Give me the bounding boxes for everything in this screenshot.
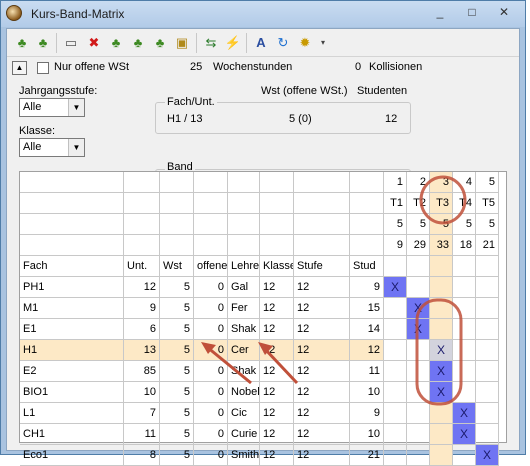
app-icon (6, 5, 22, 21)
close-button[interactable]: ✕ (493, 5, 515, 22)
title-bar[interactable]: Kurs-Band-Matrix _ □ ✕ (1, 1, 525, 27)
annotation-arrow (206, 345, 252, 385)
annotation-overlay (201, 175, 467, 406)
assignment-highlight-rect (415, 298, 463, 406)
maximize-button[interactable]: □ (461, 5, 483, 22)
client-area: ♣ ♣ ▭ ✖ ♣ ♣ ♣ ▣ ⇆ ⚡ A ↻ ✹ ▾ ▲ Nur offene… (6, 28, 520, 466)
window-title: Kurs-Band-Matrix (31, 7, 125, 21)
band-highlight-ellipse (419, 175, 467, 225)
annotation-arrow (262, 346, 299, 385)
minimize-button[interactable]: _ (429, 5, 451, 22)
window: Kurs-Band-Matrix _ □ ✕ ♣ ♣ ▭ ✖ ♣ ♣ ♣ ▣ ⇆… (0, 0, 526, 466)
